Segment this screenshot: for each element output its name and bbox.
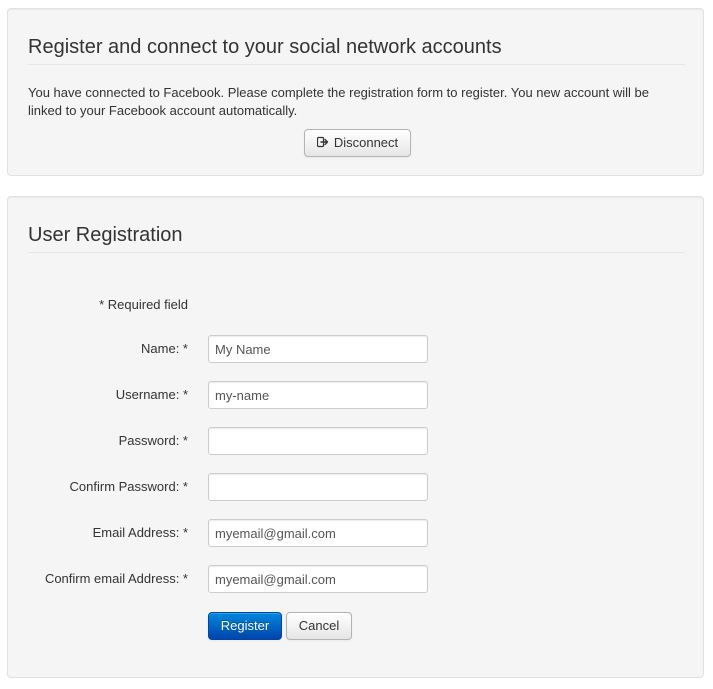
confirm-password-row: Confirm Password: * [28, 473, 468, 501]
username-input[interactable] [208, 381, 428, 409]
cancel-button[interactable]: Cancel [286, 612, 352, 640]
name-input[interactable] [208, 335, 428, 363]
facebook-connected-message: You have connected to Facebook. Please c… [28, 85, 650, 118]
password-row: Password: * [28, 427, 468, 455]
username-row: Username: * [28, 381, 468, 409]
password-label: Password: * [118, 433, 188, 448]
name-label: Name: * [141, 341, 188, 356]
required-field-note: * Required field [99, 297, 188, 312]
disconnect-button-label: Disconnect [333, 135, 399, 150]
confirm-email-input[interactable] [208, 565, 428, 593]
confirm-email-row: Confirm email Address: * [28, 565, 468, 593]
registration-title: User Registration [28, 223, 685, 253]
confirm-email-label: Confirm email Address: * [44, 571, 188, 586]
disconnect-button[interactable]: Disconnect [304, 129, 411, 157]
username-label: Username: * [115, 387, 188, 402]
confirm-password-input[interactable] [208, 473, 428, 501]
register-button[interactable]: Register [208, 612, 282, 640]
social-connect-panel: Register and connect to your social netw… [7, 8, 704, 176]
name-row: Name: * [28, 335, 468, 363]
user-registration-panel: User Registration * Required field Name:… [7, 196, 704, 678]
email-label: Email Address: * [92, 525, 188, 540]
email-input[interactable] [208, 519, 428, 547]
sign-out-icon [316, 136, 329, 148]
confirm-password-label: Confirm Password: * [69, 479, 188, 494]
social-connect-title: Register and connect to your social netw… [28, 35, 685, 65]
email-row: Email Address: * [28, 519, 468, 547]
password-input[interactable] [208, 427, 428, 455]
